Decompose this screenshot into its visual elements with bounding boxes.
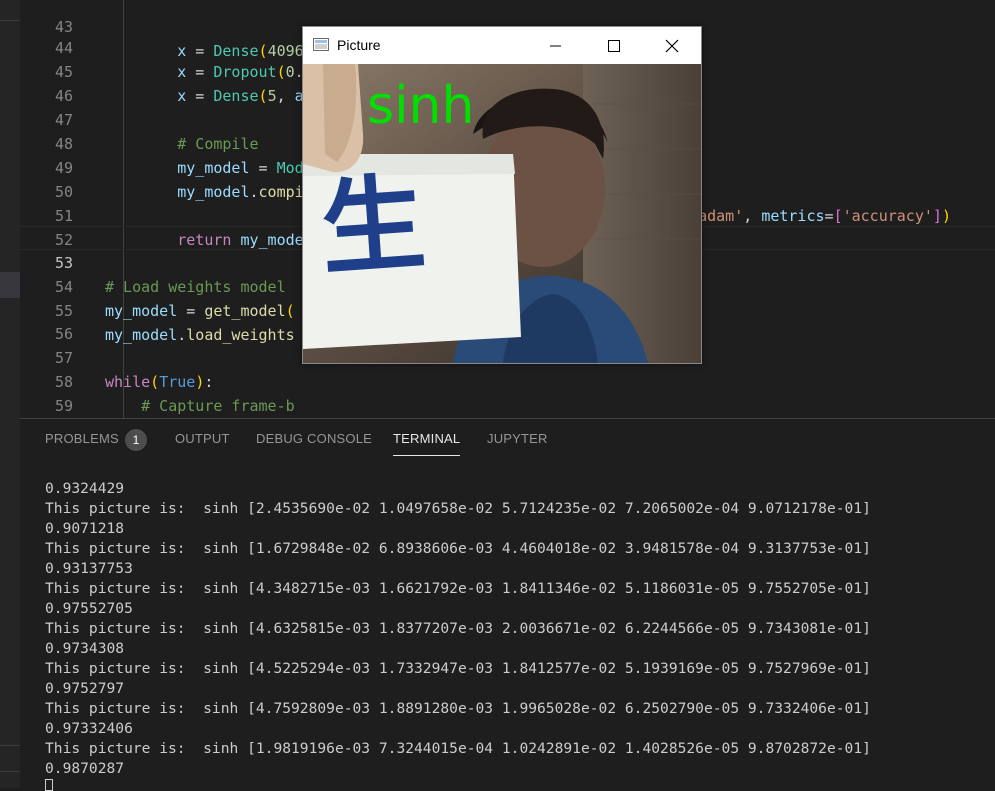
tab-jupyter[interactable]: JUPYTER: [487, 431, 548, 446]
maximize-button[interactable]: [591, 27, 637, 64]
card-character: 生: [316, 160, 430, 291]
terminal-line: 0.93137753: [45, 560, 133, 577]
activity-selected-item[interactable]: [0, 272, 20, 298]
terminal-line: This picture is: sinh [4.3482715e-03 1.6…: [45, 580, 871, 597]
bottom-panel: PROBLEMS 1 OUTPUT DEBUG CONSOLE TERMINAL…: [20, 418, 995, 791]
window-title: Picture: [337, 37, 381, 53]
webcam-frame: 生 sinh: [303, 64, 701, 363]
window-app-icon: [313, 38, 329, 51]
terminal-line: 0.9324429: [45, 480, 125, 497]
tab-output[interactable]: OUTPUT: [175, 431, 230, 446]
close-icon: [665, 39, 679, 52]
divider: [0, 745, 20, 746]
terminal-line: 0.9752797: [45, 680, 125, 697]
close-button[interactable]: [649, 27, 695, 64]
terminal-line: This picture is: sinh [1.6729848e-02 6.8…: [45, 540, 871, 557]
tab-debug-console[interactable]: DEBUG CONSOLE: [256, 431, 372, 446]
code-line[interactable]: 60: [20, 393, 995, 417]
minimize-button[interactable]: [533, 27, 579, 64]
terminal-line: 0.97332406: [45, 720, 133, 737]
terminal-line: This picture is: sinh [4.5225294e-03 1.7…: [45, 660, 871, 677]
terminal-line: This picture is: sinh [1.9819196e-03 7.3…: [45, 740, 871, 757]
terminal-line: 0.9870287: [45, 760, 125, 777]
code-line[interactable]: 59 #: [20, 370, 995, 415]
activity-bar: [0, 0, 20, 788]
minimize-icon: [550, 45, 561, 46]
terminal-output[interactable]: 0.9324429 This picture is: sinh [2.453569…: [45, 479, 871, 779]
terminal-line: This picture is: sinh [4.6325815e-03 1.8…: [45, 620, 871, 637]
tab-terminal[interactable]: TERMINAL: [393, 431, 461, 456]
maximize-icon: [608, 39, 620, 52]
terminal-line: This picture is: sinh [4.7592809e-03 1.8…: [45, 700, 871, 717]
terminal-line: 0.9734308: [45, 640, 125, 657]
problems-count-badge: 1: [125, 429, 147, 451]
divider: [0, 20, 20, 21]
picture-window-titlebar[interactable]: Picture: [303, 27, 701, 64]
terminal-line: This picture is: sinh [2.4535690e-02 1.0…: [45, 500, 871, 517]
terminal-line: 0.9071218: [45, 520, 125, 537]
terminal-cursor: [45, 779, 53, 791]
divider: [0, 771, 20, 772]
tab-problems[interactable]: PROBLEMS: [45, 431, 119, 446]
terminal-line: 0.97552705: [45, 600, 133, 617]
picture-window[interactable]: Picture 生 sinh: [302, 26, 702, 364]
prediction-label: sinh: [367, 76, 475, 136]
